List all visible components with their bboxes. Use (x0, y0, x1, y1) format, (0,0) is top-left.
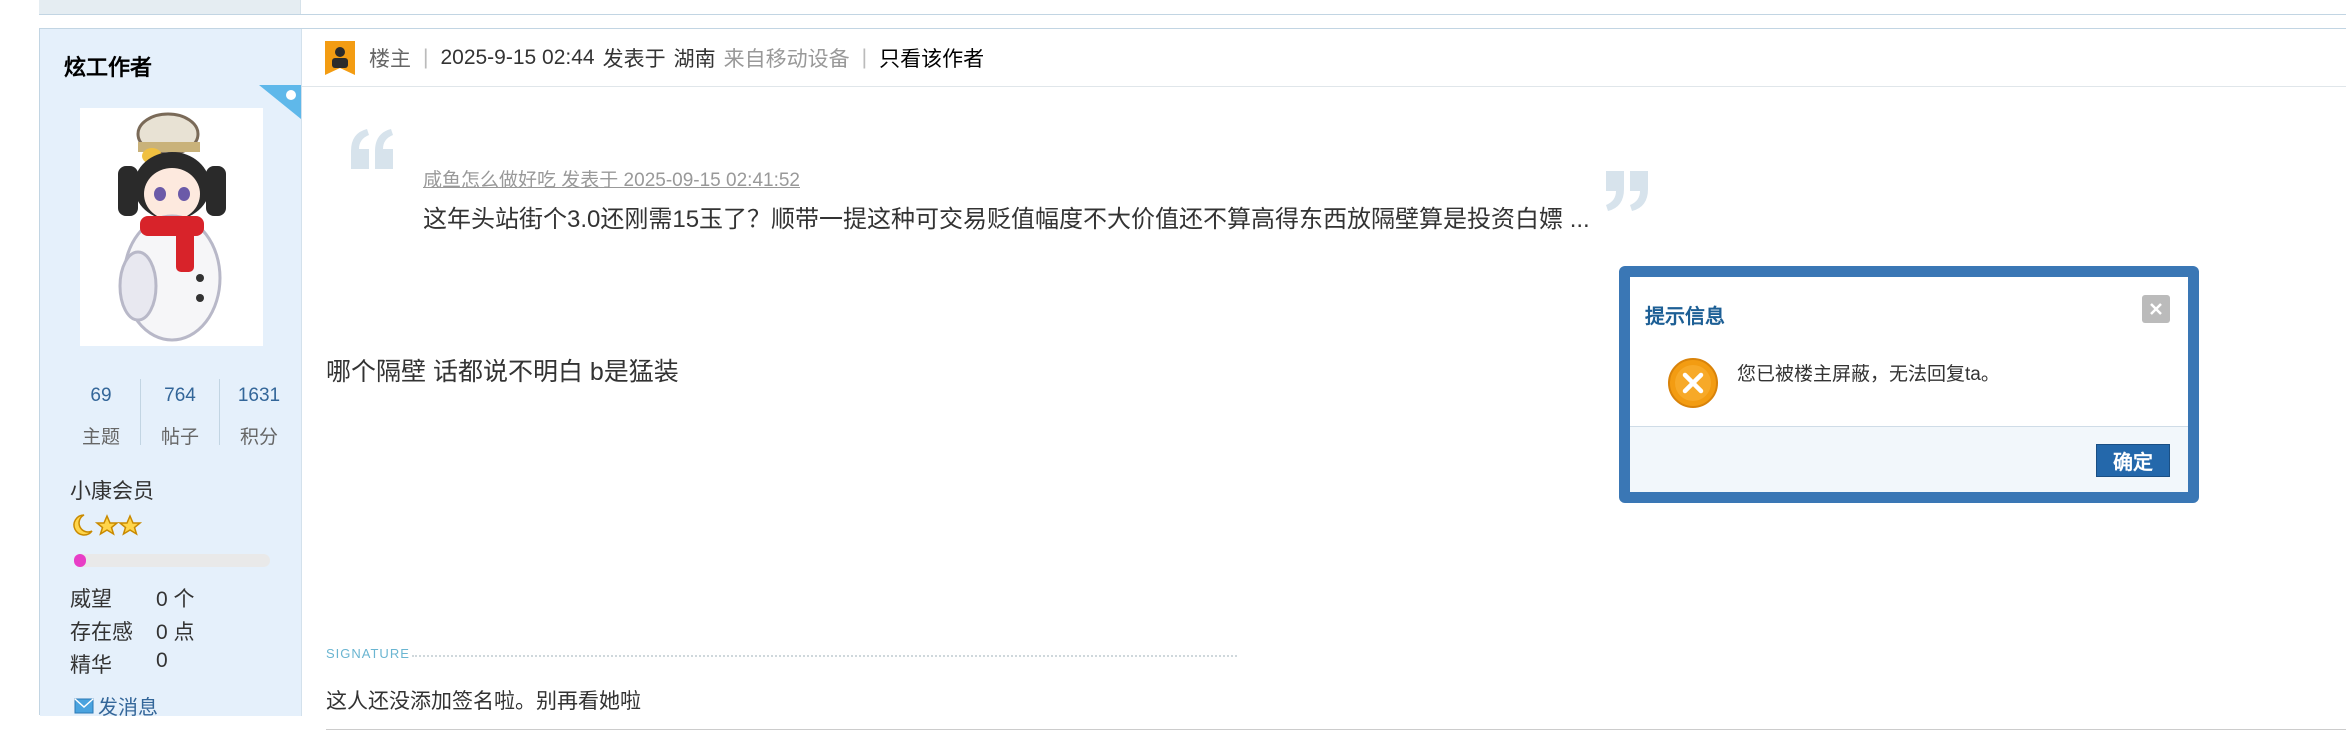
info-key: 存在感 (70, 621, 133, 644)
send-message-button[interactable]: 发消息 (74, 691, 158, 720)
stat-value: 764 (164, 385, 196, 406)
stat-credits[interactable]: 1631 积分 (220, 379, 298, 448)
send-message-label: 发消息 (98, 697, 158, 719)
stat-value: 1631 (237, 385, 281, 406)
info-value: 0 (156, 649, 168, 672)
info-presence: 存在感 0 点 (70, 616, 195, 646)
close-icon (2150, 303, 2162, 315)
separator: | (861, 45, 868, 69)
role-label: 楼主 (369, 47, 411, 71)
post-location: 湖南 (673, 47, 716, 71)
stat-label: 帖子 (160, 427, 199, 448)
info-prestige: 威望 0 个 (70, 583, 195, 613)
level-stars (70, 511, 144, 539)
post-source: 来自移动设备 (723, 47, 850, 71)
previous-post-sidebar (39, 0, 301, 14)
stat-value: 69 (90, 385, 112, 406)
stat-threads[interactable]: 69 主题 (62, 379, 141, 448)
level-progress-fill (74, 554, 86, 567)
previous-post-edge (0, 0, 2346, 16)
author-stats: 69 主题 764 帖子 1631 积分 (62, 379, 298, 448)
level-progress-bar (74, 554, 270, 567)
author-sidebar: 炫工作者 69 主题 764 帖子 1631 积分 小康会员 威望 0 个 存在… (40, 29, 302, 719)
stat-posts[interactable]: 764 帖子 (141, 379, 220, 448)
stat-label: 主题 (81, 427, 120, 448)
quote-block: 咸鱼怎么做好吃 发表于 2025-09-15 02:41:52 这年头站街个3.… (349, 127, 1749, 277)
info-key: 威望 (70, 588, 112, 611)
star-icon (94, 514, 120, 536)
separator: | (423, 45, 429, 69)
dialog-message: 您已被楼主屏蔽，无法回复ta。 (1737, 364, 2000, 385)
signature-divider (412, 655, 1237, 657)
dialog-body: 提示信息 您已被楼主屏蔽，无法回复ta。 确定 (1630, 277, 2188, 492)
posted-at-label: 发表于 (602, 47, 666, 71)
info-key: 精华 (70, 654, 112, 677)
envelope-icon (74, 697, 94, 713)
stat-label: 积分 (239, 427, 278, 448)
dialog-title: 提示信息 (1645, 306, 1725, 328)
moon-icon (73, 514, 93, 536)
dialog-footer: 确定 (1630, 426, 2188, 492)
quote-author-link[interactable]: 咸鱼怎么做好吃 发表于 2025-09-15 02:41:52 (423, 165, 800, 192)
author-name[interactable]: 炫工作者 (64, 50, 152, 82)
star-icon (117, 514, 143, 536)
online-badge-icon (259, 85, 301, 119)
thread-starter-icon (325, 40, 355, 75)
avatar[interactable] (80, 108, 263, 346)
confirm-button[interactable]: 确定 (2096, 444, 2170, 477)
user-group[interactable]: 小康会员 (70, 475, 154, 505)
error-icon (1668, 358, 1718, 408)
post-header: 楼主 | 2025-9-15 02:44 发表于 湖南 来自移动设备 | 只看该… (302, 29, 2346, 87)
close-quote-icon (1606, 171, 1648, 211)
quote-text: 这年头站街个3.0还刚需15玉了？顺带一提这种可交易贬值幅度不大价值还不算高得东… (423, 206, 1590, 233)
info-value: 0 点 (156, 621, 195, 644)
signature-label: SIGNATURE (326, 646, 410, 661)
info-digest: 精华 0 (70, 649, 168, 679)
signature-text: 这人还没添加签名啦。别再看她啦 (326, 690, 641, 713)
dialog-close-button[interactable] (2142, 295, 2170, 323)
alert-dialog: 提示信息 您已被楼主屏蔽，无法回复ta。 确定 (1619, 266, 2199, 503)
post-body: 哪个隔壁 话都说不明白 b是猛装 (326, 358, 679, 386)
open-quote-icon (351, 129, 393, 169)
only-author-link[interactable]: 只看该作者 (879, 43, 984, 73)
post-time: 2025-9-15 02:44 (440, 45, 595, 69)
info-value: 0 个 (156, 588, 195, 611)
divider (39, 14, 2346, 15)
